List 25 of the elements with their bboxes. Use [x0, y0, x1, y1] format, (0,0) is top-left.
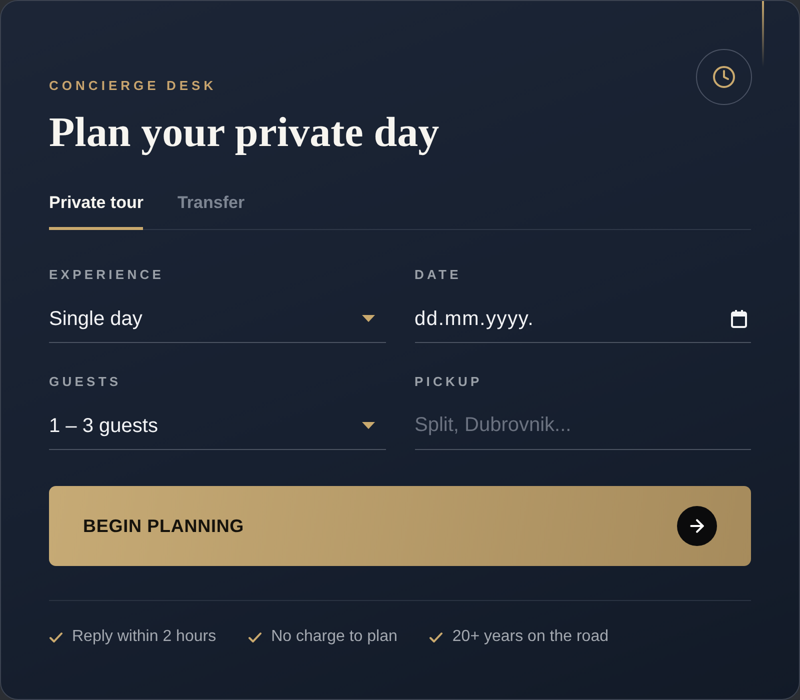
check-icon — [248, 632, 262, 642]
eyebrow-text: CONCIERGE DESK — [49, 78, 218, 94]
clock-icon — [712, 65, 736, 89]
field-label: PICKUP — [414, 374, 484, 390]
tab[interactable]: Transfer — [177, 191, 245, 230]
begin-planning-button[interactable]: BEGIN PLANNING — [49, 486, 751, 566]
tab[interactable]: Private tour — [49, 191, 144, 230]
field-label: DATE — [414, 267, 462, 283]
field-label: EXPERIENCE — [49, 267, 166, 283]
input-field[interactable]: Split, Dubrovnik... — [414, 408, 751, 450]
date-field[interactable]: dd.mm.yyyy. — [414, 301, 751, 343]
select-field[interactable]: 1 – 3 guests — [49, 408, 386, 450]
calendar-icon — [731, 310, 747, 328]
accent-line — [762, 1, 764, 67]
page-title: Plan your private day — [49, 109, 440, 158]
caret-icon — [362, 422, 374, 429]
check-icon — [49, 632, 63, 642]
assurance-text: No charge to plan — [271, 627, 398, 647]
assurance-text: Reply within 2 hours — [72, 627, 216, 647]
check-icon — [429, 632, 444, 642]
clock-button[interactable] — [696, 49, 752, 105]
select-field[interactable]: Single day — [49, 301, 386, 343]
assurance-text: 20+ years on the road — [452, 627, 608, 647]
field-label: GUESTS — [49, 374, 122, 390]
caret-icon — [362, 315, 374, 322]
